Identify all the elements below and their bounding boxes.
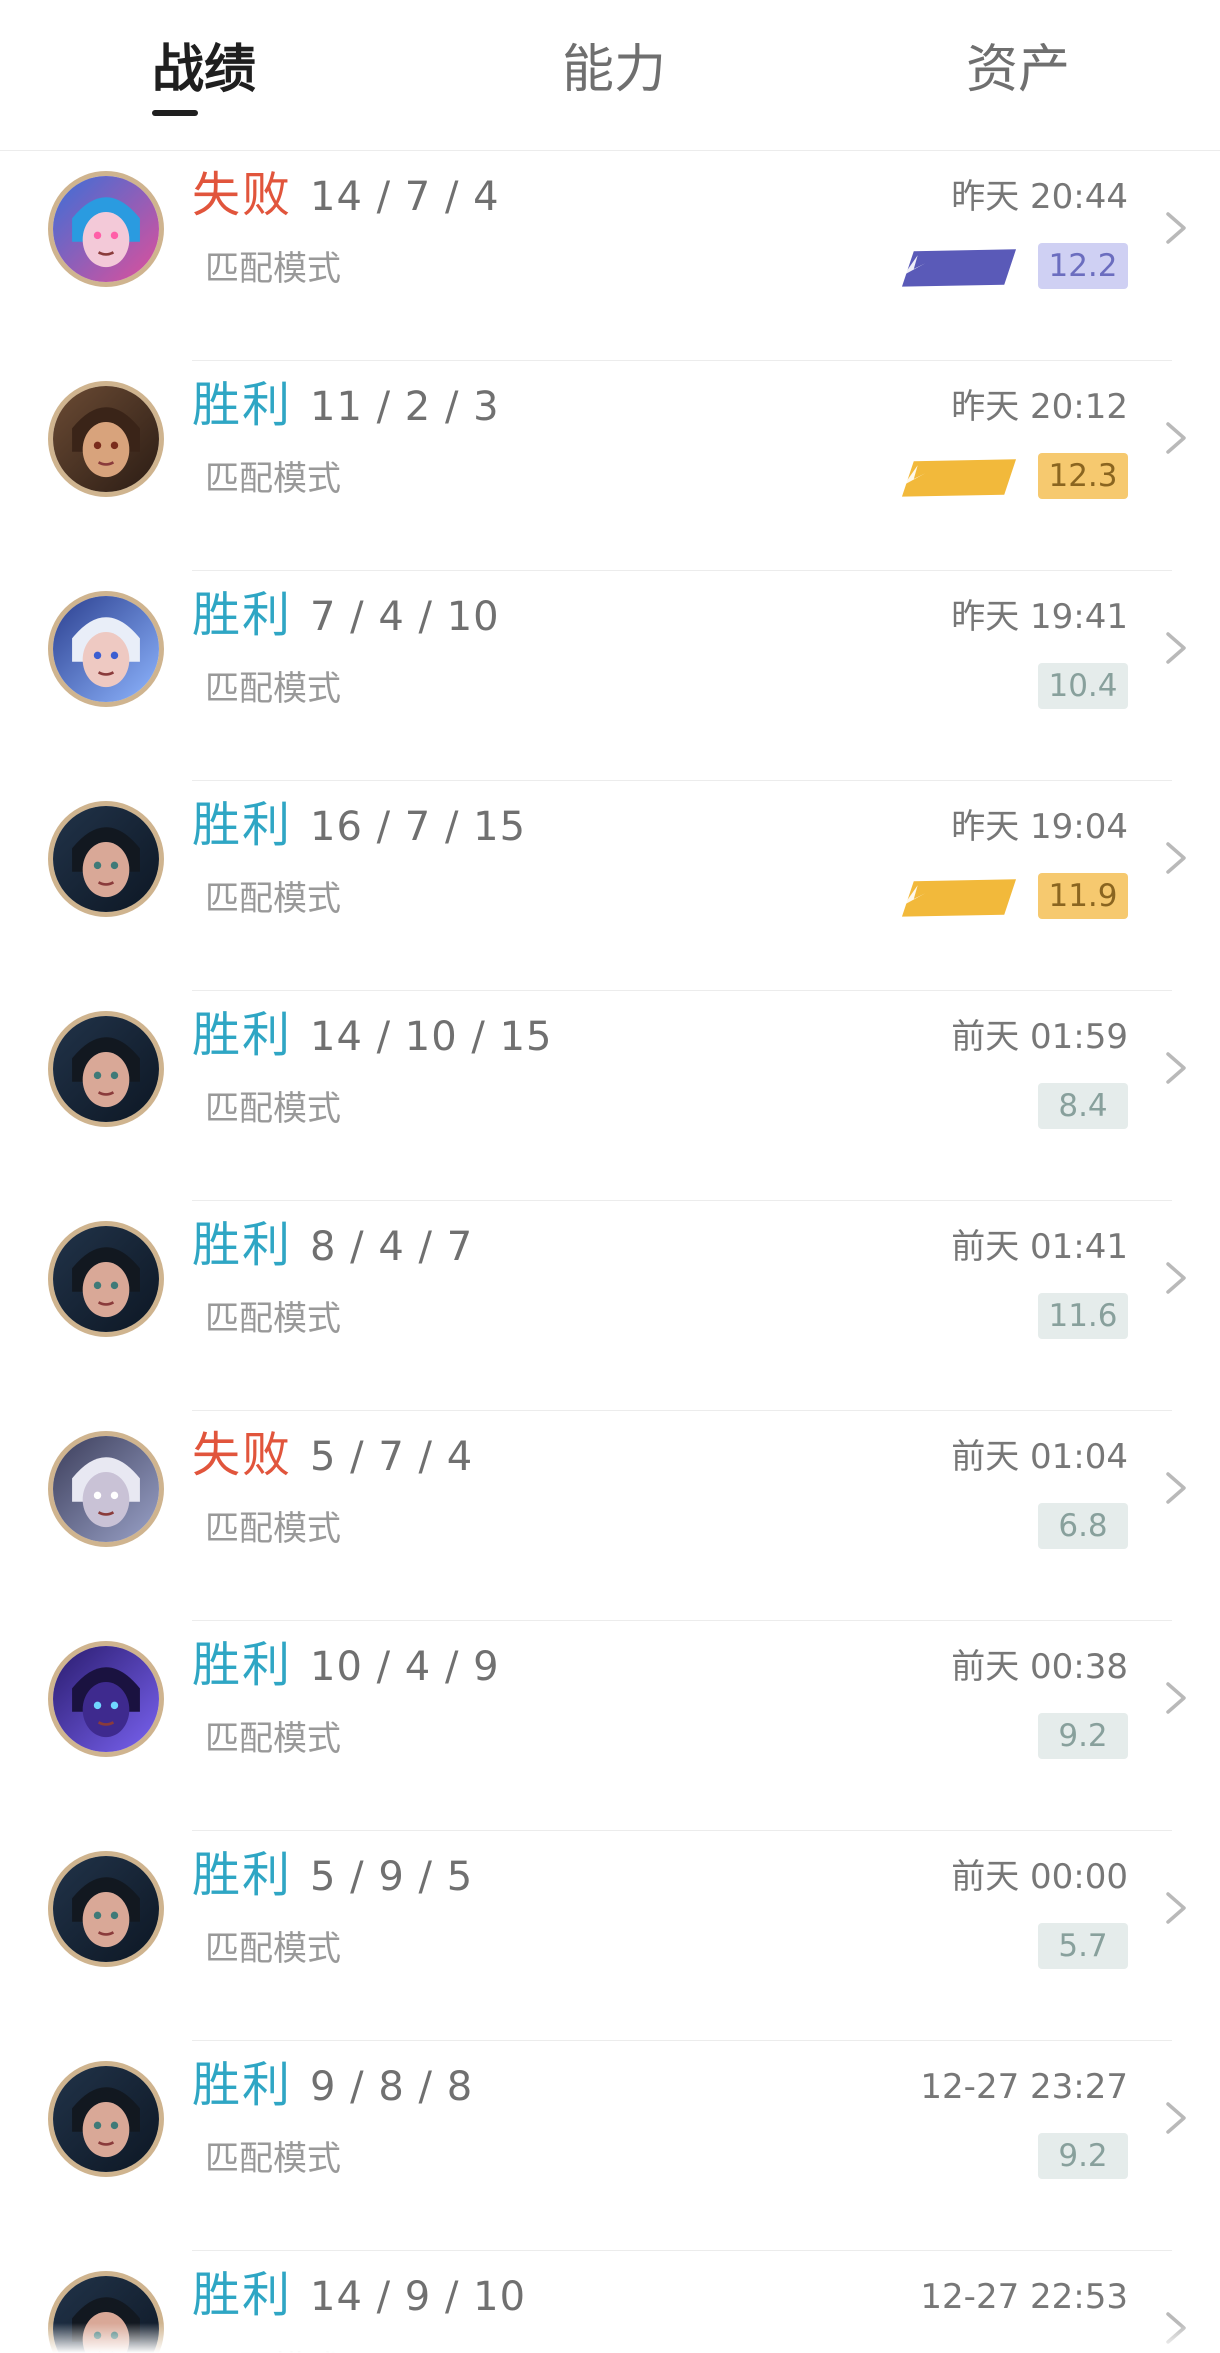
champion-avatar [48, 381, 164, 497]
game-mode: 匹配模式 [205, 879, 341, 919]
game-mode: 匹配模式 [205, 2139, 341, 2179]
match-time: 昨天 20:44 [951, 177, 1128, 217]
match-history-list: 失败 14 / 7 / 4 匹配模式 昨天 20:44 12.2 胜利 11 / 2 / 3… [0, 151, 1220, 2353]
match-result: 胜利 [192, 1217, 293, 1273]
mvp-badge-icon [900, 875, 1018, 919]
game-mode: 匹配模式 [205, 1509, 341, 1549]
kda-stats: 14 / 7 / 4 [310, 174, 500, 220]
tab-bar: 战绩 能力 资产 [0, 0, 1220, 151]
match-row[interactable]: 胜利 9 / 8 / 8 匹配模式 12-27 23:27 9.2 [0, 2041, 1220, 2251]
chevron-right-icon [1158, 1678, 1194, 1718]
match-time: 前天 00:00 [951, 1857, 1128, 1897]
match-result: 胜利 [192, 2057, 293, 2113]
match-result: 失败 [192, 1427, 293, 1483]
game-mode: 匹配模式 [205, 1299, 341, 1339]
kda-stats: 11 / 2 / 3 [310, 384, 500, 430]
mvp-badge-icon [900, 455, 1018, 499]
kda-stats: 10 / 4 / 9 [310, 1644, 500, 1690]
kda-stats: 5 / 9 / 5 [310, 1854, 474, 1900]
champion-avatar [48, 171, 164, 287]
match-row[interactable]: 胜利 8 / 4 / 7 匹配模式 前天 01:41 11.6 [0, 1201, 1220, 1411]
champion-avatar [48, 2271, 164, 2353]
champion-avatar [48, 1221, 164, 1337]
match-time: 前天 01:59 [951, 1017, 1128, 1057]
match-score: 12.2 [1038, 243, 1128, 289]
chevron-right-icon [1158, 418, 1194, 458]
match-score: 9.2 [1038, 2133, 1128, 2179]
chevron-right-icon [1158, 1258, 1194, 1298]
chevron-right-icon [1158, 1888, 1194, 1928]
match-score: 11.6 [1038, 1293, 1128, 1339]
kda-stats: 5 / 7 / 4 [310, 1434, 474, 1480]
kda-stats: 16 / 7 / 15 [310, 804, 527, 850]
chevron-right-icon [1158, 208, 1194, 248]
game-mode: 匹配模式 [205, 2341, 341, 2353]
chevron-right-icon [1158, 628, 1194, 668]
match-result: 胜利 [192, 377, 293, 433]
match-result: 胜利 [192, 1847, 293, 1903]
match-score: 9.2 [1038, 1713, 1128, 1759]
game-mode: 匹配模式 [205, 459, 341, 499]
match-row[interactable]: 失败 14 / 7 / 4 匹配模式 昨天 20:44 12.2 [0, 151, 1220, 361]
champion-avatar [48, 591, 164, 707]
match-row[interactable]: 胜利 14 / 10 / 15 匹配模式 前天 01:59 8.4 [0, 991, 1220, 1201]
match-time: 前天 01:41 [951, 1227, 1128, 1267]
match-time: 前天 00:38 [951, 1647, 1128, 1687]
champion-avatar [48, 1011, 164, 1127]
match-score: 10.4 [1038, 663, 1128, 709]
match-score: 6.8 [1038, 1503, 1128, 1549]
chevron-right-icon [1158, 838, 1194, 878]
game-mode: 匹配模式 [205, 1089, 341, 1129]
match-result: 胜利 [192, 1007, 293, 1063]
match-row[interactable]: 胜利 14 / 9 / 10 匹配模式 12-27 22:53 [0, 2251, 1220, 2353]
kda-stats: 9 / 8 / 8 [310, 2064, 474, 2110]
chevron-right-icon [1158, 1048, 1194, 1088]
kda-stats: 7 / 4 / 10 [310, 594, 500, 640]
match-row[interactable]: 胜利 11 / 2 / 3 匹配模式 昨天 20:12 12.3 [0, 361, 1220, 571]
match-result: 胜利 [192, 1637, 293, 1693]
champion-avatar [48, 2061, 164, 2177]
match-score: 11.9 [1038, 873, 1128, 919]
kda-stats: 8 / 4 / 7 [310, 1224, 474, 1270]
game-mode: 匹配模式 [205, 249, 341, 289]
match-result: 失败 [192, 167, 293, 223]
match-row[interactable]: 胜利 7 / 4 / 10 匹配模式 昨天 19:41 10.4 [0, 571, 1220, 781]
kda-stats: 14 / 9 / 10 [310, 2274, 527, 2320]
chevron-right-icon [1158, 2098, 1194, 2138]
match-result: 胜利 [192, 2267, 293, 2323]
tab-assets[interactable]: 资产 [966, 38, 1070, 102]
champion-avatar [48, 1641, 164, 1757]
match-time: 12-27 22:53 [920, 2277, 1128, 2317]
match-time: 12-27 23:27 [920, 2067, 1128, 2107]
game-mode: 匹配模式 [205, 1719, 341, 1759]
chevron-right-icon [1158, 2308, 1194, 2348]
match-score: 8.4 [1038, 1083, 1128, 1129]
champion-avatar [48, 801, 164, 917]
match-row[interactable]: 失败 5 / 7 / 4 匹配模式 前天 01:04 6.8 [0, 1411, 1220, 1621]
tab-ability[interactable]: 能力 [562, 38, 666, 102]
match-time: 昨天 19:41 [951, 597, 1128, 637]
svp-badge-icon [900, 245, 1018, 289]
match-time: 前天 01:04 [951, 1437, 1128, 1477]
match-score: 12.3 [1038, 453, 1128, 499]
kda-stats: 14 / 10 / 15 [310, 1014, 553, 1060]
champion-avatar [48, 1431, 164, 1547]
game-mode: 匹配模式 [205, 669, 341, 709]
match-row[interactable]: 胜利 5 / 9 / 5 匹配模式 前天 00:00 5.7 [0, 1831, 1220, 2041]
match-row[interactable]: 胜利 10 / 4 / 9 匹配模式 前天 00:38 9.2 [0, 1621, 1220, 1831]
match-row[interactable]: 胜利 16 / 7 / 15 匹配模式 昨天 19:04 11.9 [0, 781, 1220, 991]
tab-active-indicator [152, 110, 198, 116]
tab-record[interactable]: 战绩 [152, 38, 256, 102]
match-result: 胜利 [192, 797, 293, 853]
match-time: 昨天 19:04 [951, 807, 1128, 847]
match-score: 5.7 [1038, 1923, 1128, 1969]
game-mode: 匹配模式 [205, 1929, 341, 1969]
match-result: 胜利 [192, 587, 293, 643]
match-time: 昨天 20:12 [951, 387, 1128, 427]
chevron-right-icon [1158, 1468, 1194, 1508]
champion-avatar [48, 1851, 164, 1967]
